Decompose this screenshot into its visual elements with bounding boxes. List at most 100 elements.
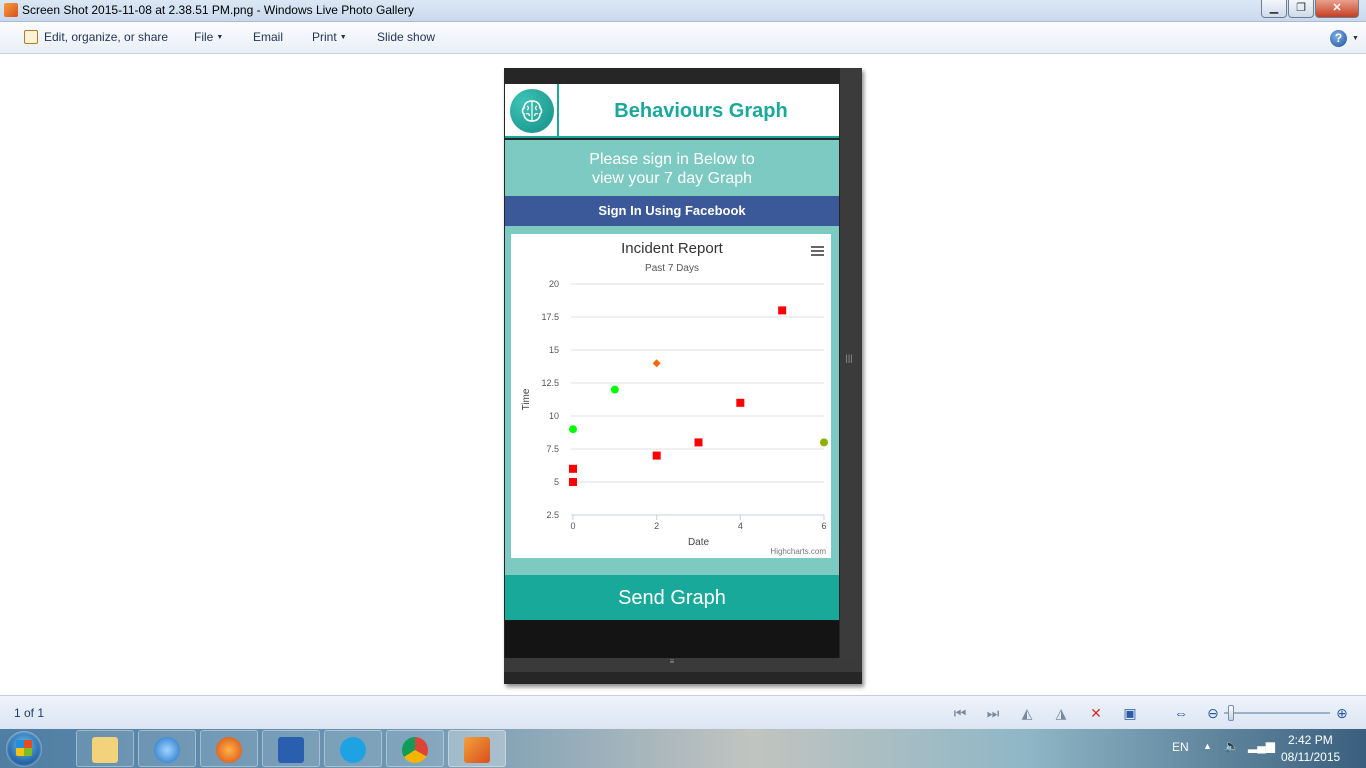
chevron-down-icon: ▼ — [216, 34, 224, 41]
minimize-button[interactable]: ▁ — [1261, 0, 1287, 18]
data-point[interactable] — [652, 359, 661, 368]
data-point[interactable] — [778, 306, 787, 315]
rotate-right-icon[interactable]: ◮ — [1053, 705, 1069, 721]
zoom-in-icon[interactable]: ⊕ — [1334, 705, 1350, 721]
edit-label: Edit, organize, or share — [44, 30, 169, 44]
edit-organize-share-menu[interactable]: Edit, organize, or share — [44, 30, 168, 44]
taskbar-skype[interactable] — [324, 730, 382, 767]
phone-screenshot: ||| ≡ Behaviours Graph Please sign in Be… — [504, 68, 862, 684]
chart-grid — [571, 283, 824, 516]
chart-credit[interactable]: Highcharts.com — [770, 547, 826, 556]
page-count: 1 of 1 — [14, 706, 45, 720]
y-tick-label: 7.5 — [546, 444, 559, 454]
app-title: Behaviours Graph — [614, 100, 788, 122]
logo-box — [505, 84, 559, 138]
photo-gallery-icon — [4, 3, 18, 17]
language-indicator[interactable]: EN — [1172, 740, 1189, 754]
skype-icon — [340, 737, 366, 763]
incident-chart: Incident Report Past 7 Days 2.5 5 7.5 10 12.… — [521, 240, 828, 556]
chart-title: Incident Report — [621, 240, 724, 257]
zoom-out-icon[interactable]: ⊖ — [1205, 705, 1221, 721]
first-image-icon[interactable]: ⏮ — [952, 705, 968, 721]
data-point[interactable] — [569, 478, 577, 486]
slideshow-icon[interactable]: ▣ — [1122, 705, 1138, 721]
y-tick-label: 10 — [549, 411, 559, 421]
taskbar-word[interactable] — [262, 730, 320, 767]
slideshow-button[interactable]: Slide show — [377, 30, 435, 44]
y-tick-label: 17.5 — [541, 312, 559, 322]
taskbar-chrome[interactable] — [386, 730, 444, 767]
x-tick-label: 6 — [821, 521, 826, 531]
x-axis-ticks: 0 2 4 6 — [570, 515, 827, 531]
brain-icon — [510, 89, 554, 133]
maximize-button[interactable]: ❐ — [1288, 0, 1314, 18]
actual-size-icon[interactable]: ⇔ — [1173, 705, 1189, 721]
print-menu[interactable]: Print ▼ — [312, 30, 347, 44]
y-tick-label: 2.5 — [546, 510, 559, 520]
windows-logo-icon — [16, 740, 32, 756]
x-tick-label: 2 — [654, 521, 659, 531]
y-tick-label: 20 — [549, 279, 559, 289]
start-button[interactable] — [6, 731, 42, 767]
brain-icon-graphic — [521, 100, 543, 122]
chrome-icon — [402, 737, 428, 763]
data-point[interactable] — [736, 398, 745, 407]
phone-footer — [505, 620, 839, 658]
zoom-slider-thumb[interactable] — [1228, 705, 1234, 721]
print-label: Print — [312, 30, 337, 44]
volume-icon[interactable]: 🔈 — [1224, 739, 1239, 753]
send-graph-button[interactable]: Send Graph — [505, 572, 839, 620]
signin-message-line2: view your 7 day Graph — [591, 170, 753, 187]
chart-card: Incident Report Past 7 Days 2.5 5 7.5 10 12.… — [511, 234, 831, 558]
chevron-down-icon[interactable]: ▼ — [1352, 35, 1359, 42]
chevron-down-icon: ▼ — [339, 34, 347, 41]
rotate-left-icon[interactable]: ◭ — [1019, 705, 1035, 721]
photo-gallery-icon — [464, 737, 490, 763]
internet-explorer-icon — [154, 737, 180, 763]
y-tick-label: 5 — [554, 477, 559, 487]
taskbar-explorer[interactable] — [76, 730, 134, 767]
y-tick-label: 12.5 — [541, 378, 559, 388]
y-axis-ticks: 2.5 5 7.5 10 12.5 15 17.5 20 — [541, 279, 559, 520]
x-tick-label: 4 — [738, 521, 743, 531]
clock-date[interactable]: 08/11/2015 — [1281, 750, 1340, 764]
facebook-signin-button[interactable]: Sign In Using Facebook — [505, 196, 839, 226]
y-tick-label: 15 — [549, 345, 559, 355]
grip-icon[interactable]: ||| — [845, 354, 853, 368]
data-point[interactable] — [820, 438, 828, 447]
network-icon[interactable]: ▂▄▆ — [1248, 739, 1275, 753]
status-bar: 1 of 1 ⏮ ⏭ ◭ ◮ ✕ ▣ ⇔ ⊖ ⊕ — [0, 695, 1366, 729]
data-point[interactable] — [569, 425, 577, 434]
next-image-icon[interactable]: ⏭ — [985, 705, 1001, 721]
chart-panel: Incident Report Past 7 Days 2.5 5 7.5 10 12.… — [505, 226, 839, 572]
help-icon[interactable]: ? — [1330, 30, 1347, 47]
app-header: Behaviours Graph — [505, 84, 839, 138]
signin-message: Please sign in Below to view your 7 day … — [505, 140, 839, 196]
close-button[interactable]: ✕ — [1315, 0, 1359, 18]
data-point[interactable] — [652, 451, 661, 460]
file-menu[interactable]: File ▼ — [194, 30, 223, 44]
window-title: Screen Shot 2015-11-08 at 2.38.51 PM.png… — [22, 3, 414, 17]
data-point[interactable] — [610, 385, 619, 394]
taskbar-firefox[interactable] — [200, 730, 258, 767]
bottom-panel-rail — [504, 658, 856, 672]
hamburger-icon[interactable] — [811, 246, 824, 256]
email-button[interactable]: Email — [253, 30, 283, 44]
taskbar-photo-gallery[interactable] — [448, 730, 506, 767]
firefox-icon — [216, 737, 242, 763]
chart-points — [569, 306, 828, 486]
chart-subtitle: Past 7 Days — [645, 263, 699, 274]
taskbar: EN ▲ 🔈 ▂▄▆ 2:42 PM 08/11/2015 — [0, 729, 1366, 768]
show-hidden-icons-icon[interactable]: ▲ — [1203, 741, 1212, 751]
window-titlebar: Screen Shot 2015-11-08 at 2.38.51 PM.png… — [0, 0, 1366, 22]
data-point[interactable] — [694, 438, 703, 447]
x-axis-label: Date — [688, 537, 710, 548]
grip-icon[interactable]: ≡ — [667, 658, 677, 670]
edit-icon — [24, 30, 38, 44]
zoom-slider-track[interactable] — [1224, 712, 1330, 714]
delete-icon[interactable]: ✕ — [1088, 705, 1104, 721]
data-point[interactable] — [569, 464, 577, 473]
command-bar: Edit, organize, or share File ▼ Email Pri… — [0, 22, 1366, 54]
taskbar-internet-explorer[interactable] — [138, 730, 196, 767]
clock-time[interactable]: 2:42 PM — [1288, 733, 1333, 747]
